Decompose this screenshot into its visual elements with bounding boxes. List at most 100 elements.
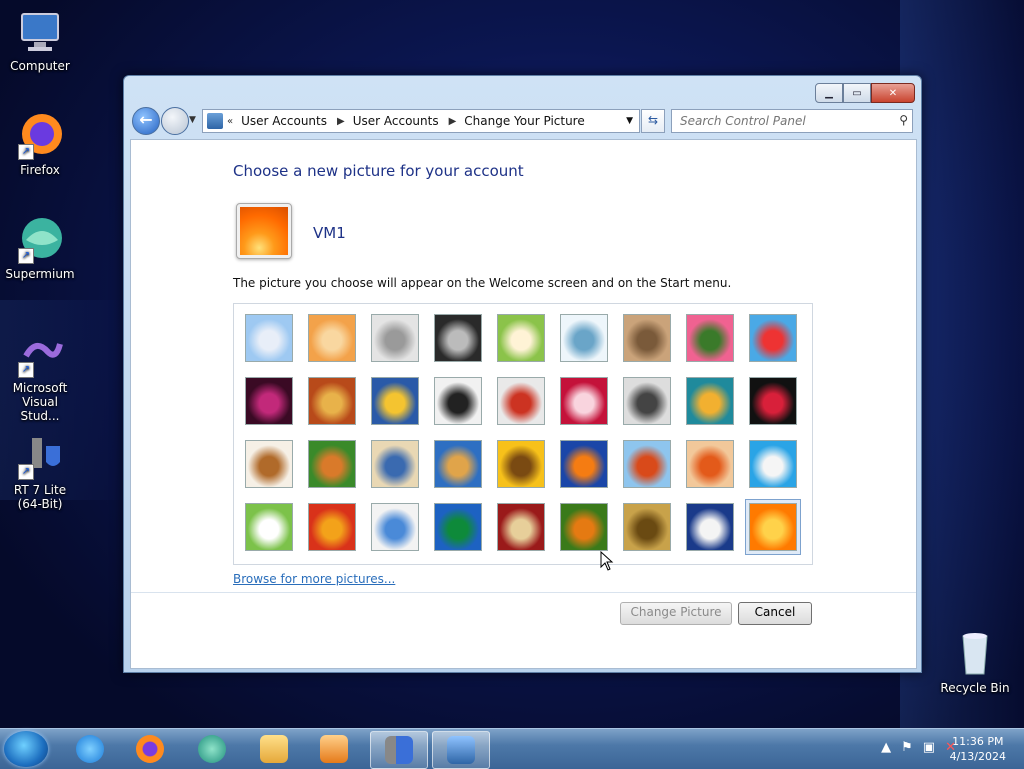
picture-sunflower[interactable] (497, 440, 545, 488)
divider (131, 592, 916, 593)
control-panel-icon (207, 113, 223, 129)
picture-ferris-wheel[interactable] (749, 314, 797, 362)
desktop-icon-label: Recycle Bin (940, 681, 1010, 695)
picture-record-player[interactable] (434, 314, 482, 362)
desktop-icon-supermium[interactable]: ↗ Supermium (2, 216, 78, 281)
picture-tin-robot[interactable] (371, 440, 419, 488)
taskbar-firefox[interactable] (122, 731, 178, 767)
picture-stairs[interactable] (686, 377, 734, 425)
breadcrumb-separator-icon[interactable]: ▶ (449, 116, 457, 127)
search-input[interactable] (678, 110, 887, 132)
picture-striped-cloth[interactable] (308, 503, 356, 551)
back-button[interactable]: ← (132, 107, 160, 135)
picture-orange-flower[interactable] (745, 499, 801, 555)
desktop-icon-recycle-bin[interactable]: Recycle Bin (937, 630, 1013, 695)
clock[interactable]: 11:36 PM 4/13/2024 (950, 734, 1006, 764)
breadcrumb-overflow[interactable]: « (227, 116, 233, 127)
cancel-button[interactable]: Cancel (738, 602, 812, 625)
picture-lighthouse[interactable] (686, 503, 734, 551)
network-icon[interactable]: ▣ (923, 740, 935, 755)
orange-flower-picture (240, 207, 288, 255)
picture-doll[interactable] (686, 440, 734, 488)
picture-guitar[interactable] (245, 440, 293, 488)
desktop-icon-label: RT 7 Lite (64-Bit) (13, 483, 67, 511)
show-hidden-icons-icon[interactable]: ▲ (881, 740, 891, 755)
close-button[interactable]: ✕ (871, 83, 915, 103)
picture-crayons[interactable] (497, 377, 545, 425)
picture-scarves[interactable] (434, 440, 482, 488)
picture-pink-flower[interactable] (686, 314, 734, 362)
taskbar-rt7lite[interactable] (370, 731, 428, 769)
picture-roller-coaster[interactable] (245, 314, 293, 362)
picture-starfish[interactable] (308, 314, 356, 362)
desktop-icon-rt7lite[interactable]: ↗ RT 7 Lite (64-Bit) (2, 432, 78, 511)
picture-yellow-leaf[interactable] (371, 377, 419, 425)
picture-sailboat[interactable] (749, 440, 797, 488)
picture-soccer-ball[interactable] (245, 503, 293, 551)
forward-button[interactable] (161, 107, 189, 135)
picture-marbles[interactable] (371, 503, 419, 551)
breadcrumb-user-accounts[interactable]: User Accounts (241, 114, 327, 128)
breadcrumb-separator-icon[interactable]: ▶ (337, 116, 345, 127)
taskbar: ▲ ⚑ ▣ ✕ 11:36 PM 4/13/2024 (0, 728, 1024, 769)
start-button[interactable] (4, 731, 48, 767)
page-title: Choose a new picture for your account (233, 162, 524, 180)
internet-explorer-icon (76, 735, 104, 763)
clock-time: 11:36 PM (952, 735, 1004, 748)
content-pane: Choose a new picture for your account VM… (130, 139, 917, 669)
taskbar-control-panel[interactable] (432, 731, 490, 769)
desktop-icon-computer[interactable]: Computer (2, 8, 78, 73)
user-name: VM1 (313, 224, 346, 242)
media-player-icon (320, 735, 348, 763)
picture-grid (233, 303, 813, 565)
minimize-button[interactable]: ▁ (815, 83, 843, 103)
picture-woven-fabric[interactable] (497, 503, 545, 551)
picture-robot-toy[interactable] (371, 314, 419, 362)
picture-paper-crane[interactable] (749, 377, 797, 425)
search-box[interactable]: ⚲ (671, 109, 913, 133)
picture-jacks[interactable] (623, 377, 671, 425)
navigation-bar: ← ▼ « User Accounts ▶ User Accounts ▶ Ch… (132, 107, 913, 135)
rt7lite-icon: ↗ (16, 432, 64, 480)
firefox-icon (136, 735, 164, 763)
desktop-icon-firefox[interactable]: ↗ Firefox (2, 112, 78, 177)
refresh-button[interactable]: ⇆ (641, 109, 665, 133)
system-tray: ▲ ⚑ ▣ ✕ (881, 740, 956, 755)
clock-date: 4/13/2024 (949, 750, 1006, 763)
picture-ball[interactable] (245, 377, 293, 425)
desktop-icon-label: Supermium (5, 267, 75, 281)
browse-more-pictures-link[interactable]: Browse for more pictures... (233, 572, 395, 586)
picture-fabric[interactable] (308, 377, 356, 425)
picture-lucky-cat[interactable] (497, 314, 545, 362)
taskbar-supermium[interactable] (184, 731, 240, 767)
change-picture-button[interactable]: Change Picture (620, 602, 732, 625)
picture-dog[interactable] (434, 377, 482, 425)
picture-paper-star[interactable] (560, 377, 608, 425)
address-bar[interactable]: « User Accounts ▶ User Accounts ▶ Change… (202, 109, 640, 133)
desktop-icon-label: Computer (10, 59, 70, 73)
mouse-cursor-icon (600, 551, 614, 571)
picture-kitten[interactable] (623, 314, 671, 362)
breadcrumb-user-accounts-2[interactable]: User Accounts (353, 114, 439, 128)
action-center-flag-icon[interactable]: ⚑ (901, 740, 913, 755)
picture-window[interactable] (434, 503, 482, 551)
desktop-icon-label: Firefox (20, 163, 60, 177)
picture-butterfly[interactable] (560, 503, 608, 551)
taskbar-file-explorer[interactable] (246, 731, 302, 767)
picture-hot-air-balloon[interactable] (623, 440, 671, 488)
address-dropdown-icon[interactable]: ▼ (626, 116, 633, 126)
taskbar-internet-explorer[interactable] (62, 731, 118, 767)
desktop-icon-label: Microsoft Visual Stud... (12, 381, 68, 423)
shortcut-arrow-icon: ↗ (18, 248, 34, 264)
breadcrumb-change-your-picture[interactable]: Change Your Picture (464, 114, 584, 128)
search-icon[interactable]: ⚲ (899, 113, 908, 127)
taskbar-media-player[interactable] (306, 731, 362, 767)
file-explorer-icon (260, 735, 288, 763)
picture-pomeranian[interactable] (308, 440, 356, 488)
recent-pages-dropdown[interactable]: ▼ (189, 115, 196, 125)
picture-basket[interactable] (623, 503, 671, 551)
maximize-button[interactable]: ▭ (843, 83, 871, 103)
picture-fish[interactable] (560, 440, 608, 488)
picture-gyroscope[interactable] (560, 314, 608, 362)
desktop-icon-visual-studio[interactable]: ↗ Microsoft Visual Stud... (2, 330, 78, 423)
